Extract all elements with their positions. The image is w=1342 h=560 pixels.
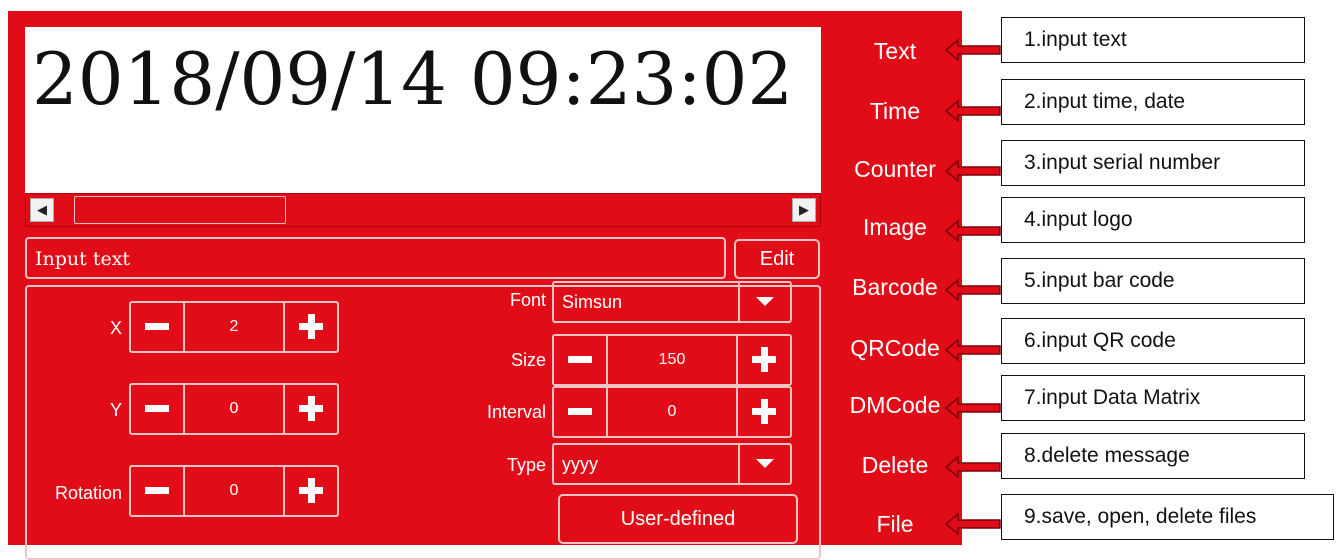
type-select[interactable]: yyyy [552, 443, 792, 485]
x-value: 2 [229, 318, 239, 335]
y-label: Y [109, 400, 122, 420]
interval-increment-button[interactable] [736, 388, 790, 436]
rotation-stepper: 0 [129, 465, 339, 517]
chevron-down-icon[interactable] [738, 283, 790, 321]
x-decrement-button[interactable] [131, 303, 185, 351]
callout-time: 2.input time, date [1001, 79, 1305, 125]
rotation-decrement-button[interactable] [131, 467, 185, 515]
type-value: yyyy [562, 454, 598, 474]
user-defined-button[interactable]: User-defined [558, 494, 798, 544]
font-select[interactable]: Simsun [552, 281, 792, 323]
interval-value: 0 [667, 403, 677, 420]
arrow-icon [944, 338, 1001, 362]
type-label: Type [506, 455, 546, 475]
scroll-left-button[interactable]: ◀ [30, 198, 54, 222]
arrow-icon [944, 38, 1001, 62]
callout-counter: 3.input serial number [1001, 140, 1305, 186]
y-decrement-button[interactable] [131, 385, 185, 433]
callout-file: 9.save, open, delete files [1001, 494, 1334, 540]
rotation-increment-button[interactable] [283, 467, 337, 515]
y-value: 0 [229, 400, 239, 417]
interval-stepper: 0 [552, 386, 792, 438]
arrow-icon [944, 455, 1001, 479]
arrow-icon [944, 219, 1001, 243]
y-stepper: 0 [129, 383, 339, 435]
text-input-field[interactable]: Input text [25, 237, 726, 279]
y-increment-button[interactable] [283, 385, 337, 433]
size-stepper: 150 [552, 334, 792, 386]
scroll-right-button[interactable]: ▶ [792, 198, 816, 222]
size-decrement-button[interactable] [554, 336, 608, 384]
interval-label: Interval [486, 402, 546, 422]
font-label: Font [509, 290, 546, 310]
size-label: Size [510, 350, 546, 370]
scroll-thumb[interactable] [74, 196, 286, 224]
size-value: 150 [658, 351, 686, 368]
edit-button[interactable]: Edit [734, 239, 820, 279]
message-preview[interactable]: 2018/09/14 09:23:02 [25, 27, 821, 193]
horizontal-scrollbar[interactable]: ◀ ▶ [25, 193, 821, 227]
callout-delete: 8.delete message [1001, 433, 1305, 479]
arrow-icon [944, 99, 1001, 123]
callout-qrcode: 6.input QR code [1001, 318, 1305, 364]
interval-decrement-button[interactable] [554, 388, 608, 436]
x-label: X [109, 318, 122, 338]
x-stepper: 2 [129, 301, 339, 353]
arrow-icon [944, 512, 1001, 536]
callout-image: 4.input logo [1001, 197, 1305, 243]
arrow-icon [944, 278, 1001, 302]
callout-text: 1.input text [1001, 17, 1305, 63]
preview-text: 2018/09/14 09:23:02 [32, 37, 794, 121]
rotation-label: Rotation [54, 483, 122, 503]
size-increment-button[interactable] [736, 336, 790, 384]
callout-barcode: 5.input bar code [1001, 258, 1305, 304]
font-value: Simsun [562, 292, 623, 312]
arrow-icon [944, 159, 1001, 183]
x-increment-button[interactable] [283, 303, 337, 351]
rotation-value: 0 [229, 482, 239, 499]
chevron-down-icon[interactable] [738, 445, 790, 483]
callout-dmcode: 7.input Data Matrix [1001, 375, 1305, 421]
arrow-icon [944, 396, 1001, 420]
